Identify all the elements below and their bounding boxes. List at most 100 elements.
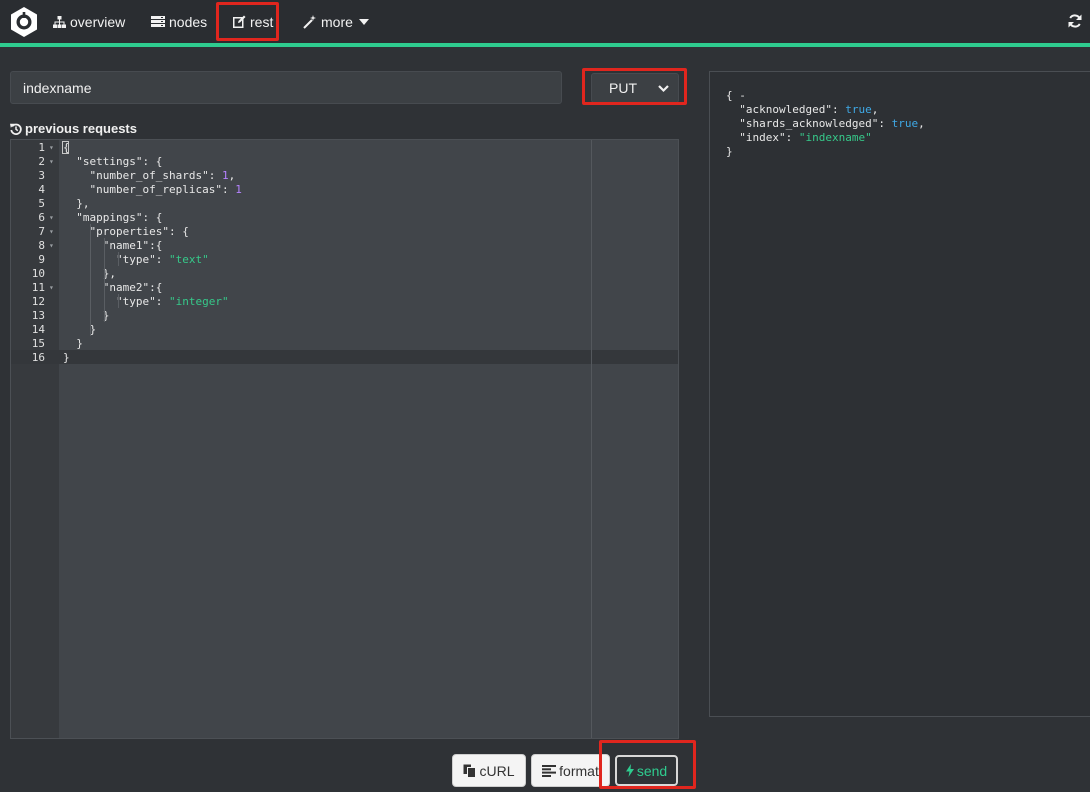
copy-icon: [463, 764, 477, 778]
code-line: }: [63, 309, 110, 323]
code-token: ,: [918, 117, 925, 130]
code-line: }: [726, 145, 733, 159]
editor-active-line: [11, 350, 678, 364]
code-token: "shards_acknowledged": [739, 117, 879, 130]
code-token: :: [155, 295, 169, 308]
code-token: { -: [726, 89, 746, 102]
code-token: },: [63, 197, 90, 210]
code-line: "name2":{: [63, 281, 163, 295]
code-token: "number_of_replicas": [89, 183, 222, 196]
code-line: "name1":{: [63, 239, 163, 253]
curl-button-label: cURL: [479, 762, 515, 779]
code-token: }: [63, 309, 110, 322]
bolt-icon: [625, 764, 634, 777]
code-line: "settings": {: [63, 155, 162, 169]
refresh-icon[interactable]: [1068, 14, 1082, 28]
code-token: "integer": [168, 295, 229, 308]
line-number: 5: [38, 197, 45, 210]
code-line: }: [63, 323, 96, 337]
code-line: { -: [726, 89, 746, 103]
nav-overview-label: overview: [70, 13, 126, 30]
code-line: }: [63, 337, 83, 351]
line-number: 8: [38, 239, 45, 252]
code-token: :: [221, 183, 236, 196]
format-button-label: format: [559, 762, 599, 779]
code-token: }: [63, 351, 70, 364]
curl-button[interactable]: cURL: [452, 754, 526, 787]
code-token: "text": [168, 253, 209, 266]
caret-down-icon: [358, 18, 369, 25]
line-number: 3: [38, 169, 45, 182]
fold-toggle-icon[interactable]: ▾: [49, 225, 55, 239]
edit-icon: [233, 15, 246, 28]
line-number: 6: [38, 211, 45, 224]
nav-overview[interactable]: overview: [53, 0, 125, 43]
code-token: "mappings": [76, 211, 143, 224]
fold-toggle-icon[interactable]: ▾: [49, 155, 55, 169]
nav-nodes[interactable]: nodes: [151, 0, 207, 43]
nav-more[interactable]: more: [303, 0, 373, 43]
line-number: 11: [31, 281, 45, 294]
nav-nodes-label: nodes: [169, 13, 208, 30]
response-panel: { - "acknowledged": true, "shards_acknow…: [709, 71, 1090, 717]
request-body-editor[interactable]: 1 ▾ 2 ▾ 3 4 5 6 ▾ 7 ▾ 8 ▾ 9 10 11 ▾ 12 13 14 15 16 { "setting…: [10, 139, 679, 739]
fold-toggle-icon[interactable]: ▾: [49, 281, 55, 295]
accent-bar: [0, 43, 1090, 47]
previous-requests-toggle[interactable]: previous requests: [10, 121, 137, 136]
method-select-value: PUT: [609, 80, 637, 96]
line-number: 9: [38, 253, 45, 266]
editor-cursor: [62, 141, 69, 154]
nav-rest[interactable]: rest: [233, 0, 273, 43]
fold-toggle-icon[interactable]: ▾: [49, 239, 55, 253]
code-token: "indexname": [798, 131, 872, 144]
code-token: :: [785, 131, 799, 144]
code-token: "name2": [102, 281, 150, 294]
line-number: 13: [31, 309, 45, 322]
code-token: ,: [228, 169, 236, 182]
code-token: :: [155, 253, 169, 266]
code-token: :{: [149, 239, 163, 252]
code-line: "index": "indexname": [726, 131, 872, 145]
line-number: 12: [31, 295, 45, 308]
path-input[interactable]: [10, 71, 562, 104]
line-number: 10: [31, 267, 45, 280]
code-line: "type": "text": [63, 253, 209, 267]
line-number: 16: [31, 351, 45, 364]
top-navbar: overview nodes rest more: [0, 0, 1090, 43]
code-token: 1: [221, 169, 229, 182]
cerebro-logo-icon[interactable]: [9, 6, 39, 38]
code-token: "name1": [102, 239, 150, 252]
method-select[interactable]: PUT: [591, 73, 679, 103]
chevron-down-icon: [658, 85, 669, 93]
code-token: : {: [142, 155, 163, 168]
fold-toggle-icon[interactable]: ▾: [49, 211, 55, 225]
server-icon: [151, 16, 165, 27]
code-line: "number_of_shards": 1,: [63, 169, 236, 183]
previous-requests-label: previous requests: [25, 121, 137, 136]
line-number: 14: [31, 323, 45, 336]
indent-guide: [118, 252, 119, 266]
line-number: 1: [38, 141, 45, 154]
fold-toggle-icon[interactable]: ▾: [49, 141, 55, 155]
line-number: 15: [31, 337, 45, 350]
send-button[interactable]: send: [615, 755, 678, 786]
history-icon: [10, 123, 22, 135]
magic-wand-icon: [303, 14, 316, 29]
code-token: 1: [235, 183, 242, 196]
code-token: ,: [871, 103, 879, 116]
code-line: "acknowledged": true,: [726, 103, 878, 117]
editor-print-margin: [591, 140, 592, 738]
line-number: 2: [38, 155, 45, 168]
code-token: "number_of_shards": [89, 169, 209, 182]
code-line: "type": "integer": [63, 295, 229, 309]
format-button[interactable]: format: [531, 754, 610, 787]
sitemap-icon: [53, 15, 66, 28]
code-line: },: [63, 197, 90, 211]
